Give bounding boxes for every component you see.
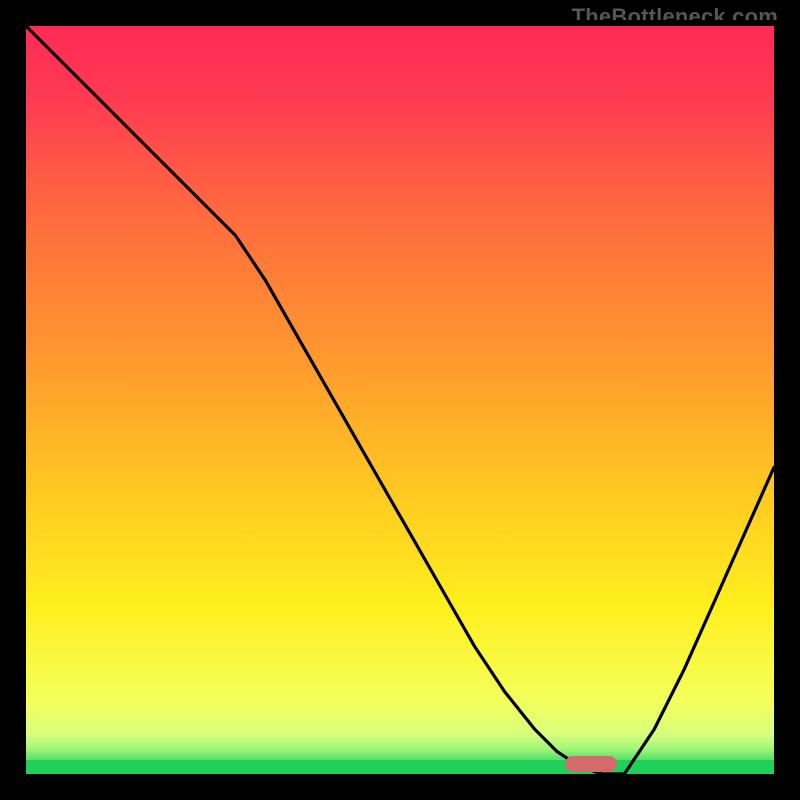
optimal-marker (565, 756, 617, 772)
chart-frame (20, 20, 780, 780)
bottleneck-curve (26, 26, 774, 774)
